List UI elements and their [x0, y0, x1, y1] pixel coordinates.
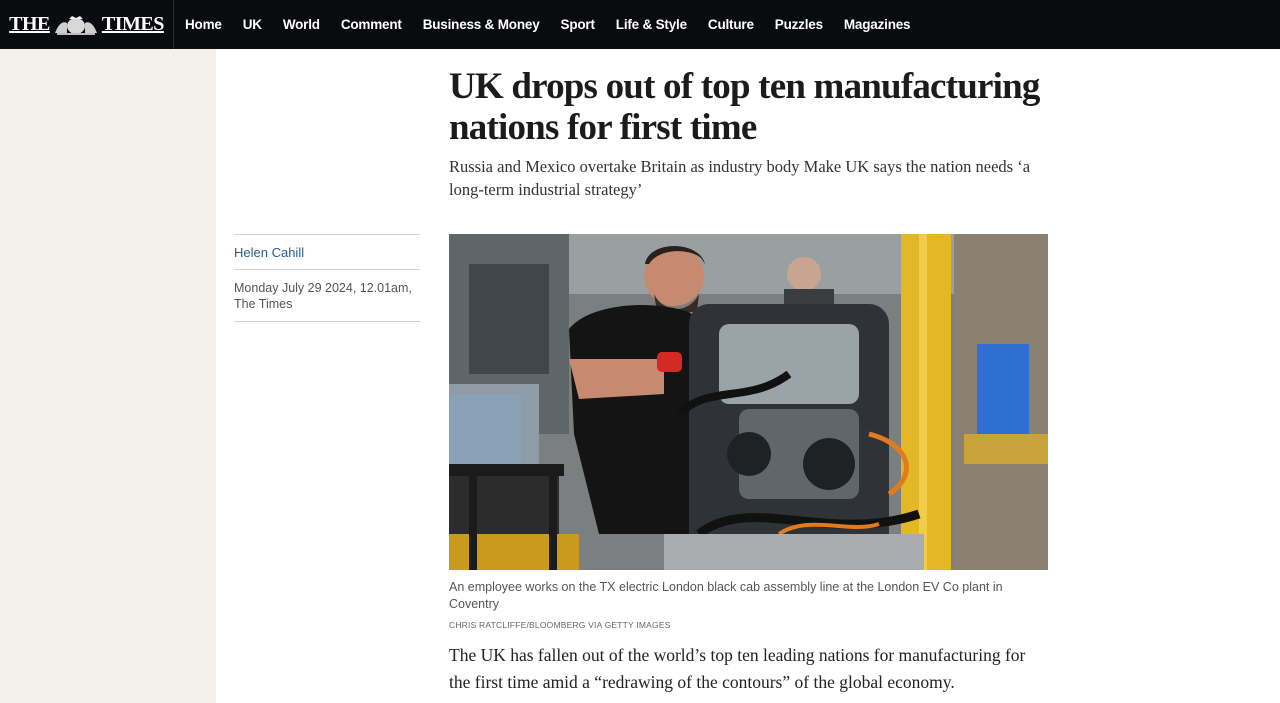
main-nav: Home UK World Comment Business & Money S…: [185, 0, 931, 49]
image-credit: CHRIS RATCLIFFE/BLOOMBERG VIA GETTY IMAG…: [449, 620, 671, 630]
factory-photo-illustration: [449, 234, 1048, 570]
nav-item-sport[interactable]: Sport: [561, 17, 595, 32]
article-headline: UK drops out of top ten manufacturing na…: [449, 66, 1040, 148]
top-nav-bar: THE TIMES Home UK World Comment Business…: [0, 0, 1280, 49]
nav-item-business-money[interactable]: Business & Money: [423, 17, 540, 32]
logo-text-times: TIMES: [101, 13, 164, 35]
nav-item-world[interactable]: World: [283, 17, 320, 32]
logo-text-the: THE: [9, 13, 50, 35]
article-body-paragraph: The UK has fallen out of the world’s top…: [449, 645, 1026, 692]
article-dateline: Monday July 29 2024, 12.01am, The Times: [234, 281, 412, 311]
nav-item-comment[interactable]: Comment: [341, 17, 402, 32]
royal-crest-icon: [54, 15, 97, 35]
nav-item-magazines[interactable]: Magazines: [844, 17, 911, 32]
nav-item-puzzles[interactable]: Puzzles: [775, 17, 823, 32]
nav-item-home[interactable]: Home: [185, 17, 222, 32]
article-standfirst: Russia and Mexico overtake Britain as in…: [449, 157, 1031, 199]
byline-column: Helen Cahill Monday July 29 2024, 12.01a…: [234, 234, 420, 322]
article-hero-image[interactable]: [449, 234, 1048, 570]
nav-item-uk[interactable]: UK: [243, 17, 262, 32]
divider: [234, 321, 420, 322]
site-logo[interactable]: THE TIMES: [0, 0, 174, 49]
nav-item-culture[interactable]: Culture: [708, 17, 754, 32]
image-caption: An employee works on the TX electric Lon…: [449, 580, 1003, 611]
left-side-panel: [0, 49, 216, 703]
nav-item-life-style[interactable]: Life & Style: [616, 17, 687, 32]
author-link[interactable]: Helen Cahill: [234, 235, 420, 269]
